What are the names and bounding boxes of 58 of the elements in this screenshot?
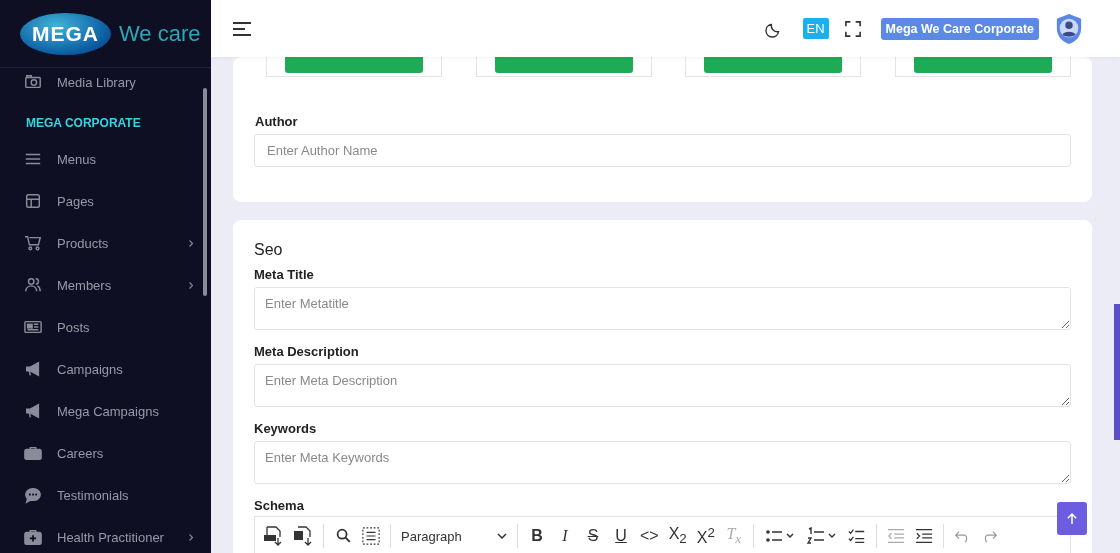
medkit-icon — [24, 528, 42, 546]
format-button[interactable]: S — [584, 527, 602, 545]
pdf-export-icon[interactable] — [263, 526, 283, 546]
cart-icon — [24, 234, 42, 252]
sidebar-item[interactable]: Menus — [0, 138, 211, 180]
sidebar-item[interactable]: Pages — [0, 180, 211, 222]
format-button[interactable]: X$^{2}$ — [696, 524, 715, 548]
format-button[interactable]: <> — [640, 527, 659, 545]
logo-mark[interactable]: MEGA — [20, 12, 111, 55]
field-label: Author — [254, 114, 299, 129]
chevron-down-icon — [497, 533, 507, 539]
sidebar-item[interactable]: Products — [0, 222, 211, 264]
sidebar-item[interactable]: Campaigns — [0, 348, 211, 390]
field-label: Meta Description — [254, 344, 360, 359]
sidebar-item[interactable]: Health Practitioner — [0, 516, 211, 553]
menu-icon[interactable] — [232, 20, 252, 37]
field-label: Schema — [254, 498, 305, 513]
format-button[interactable]: X$_{2}$ — [668, 525, 687, 547]
briefcase-icon — [24, 444, 42, 462]
numbered-list-icon[interactable] — [805, 527, 838, 545]
sidebar-item[interactable]: Media Library — [0, 68, 211, 96]
heading-dropdown[interactable]: Paragraph — [401, 528, 507, 544]
sidebar-item[interactable]: Members — [0, 264, 211, 306]
section-heading: MEGA CORPORATE — [25, 115, 142, 132]
format-button[interactable]: B — [528, 527, 546, 545]
section-title: Seo — [254, 241, 284, 259]
megaphone-icon — [24, 360, 42, 378]
sidebar-item[interactable]: Careers — [0, 432, 211, 474]
checklist-icon[interactable] — [847, 527, 866, 545]
megaphone-icon — [24, 402, 42, 420]
arrow-up-icon — [1067, 512, 1077, 525]
bulleted-list-icon[interactable] — [763, 527, 796, 545]
users-icon — [24, 276, 42, 294]
format-button[interactable]: U — [612, 527, 630, 545]
indent-icon[interactable] — [914, 527, 933, 545]
input-field[interactable]: Enter Author Name — [254, 134, 1071, 167]
text-area[interactable]: Enter Meta Keywords — [254, 441, 1071, 484]
scrollbar[interactable] — [203, 88, 207, 296]
news-icon — [24, 318, 42, 336]
field-label: Keywords — [254, 421, 318, 436]
scrollbar[interactable] — [1114, 304, 1120, 440]
field-label: Meta Title — [254, 267, 315, 282]
logo-tagline: We care — [119, 20, 201, 47]
sidebar-item[interactable]: Mega Campaigns — [0, 390, 211, 432]
layout-icon — [24, 192, 42, 210]
word-export-icon[interactable] — [293, 526, 313, 546]
find-replace-icon[interactable] — [334, 527, 352, 545]
camera-icon — [24, 73, 42, 91]
text-area[interactable]: Enter Metatitle — [254, 287, 1071, 330]
format-button[interactable]: I — [556, 527, 574, 545]
chat-icon — [24, 486, 42, 504]
user-shield-icon[interactable] — [1055, 12, 1083, 45]
sidebar-item[interactable]: Testimonials — [0, 474, 211, 516]
fullscreen-icon[interactable] — [844, 20, 861, 37]
back-to-top-button[interactable] — [1057, 502, 1087, 535]
select-all-icon[interactable] — [362, 527, 380, 545]
text-area[interactable]: Enter Meta Description — [254, 364, 1071, 407]
sidebar-item[interactable]: Posts — [0, 306, 211, 348]
